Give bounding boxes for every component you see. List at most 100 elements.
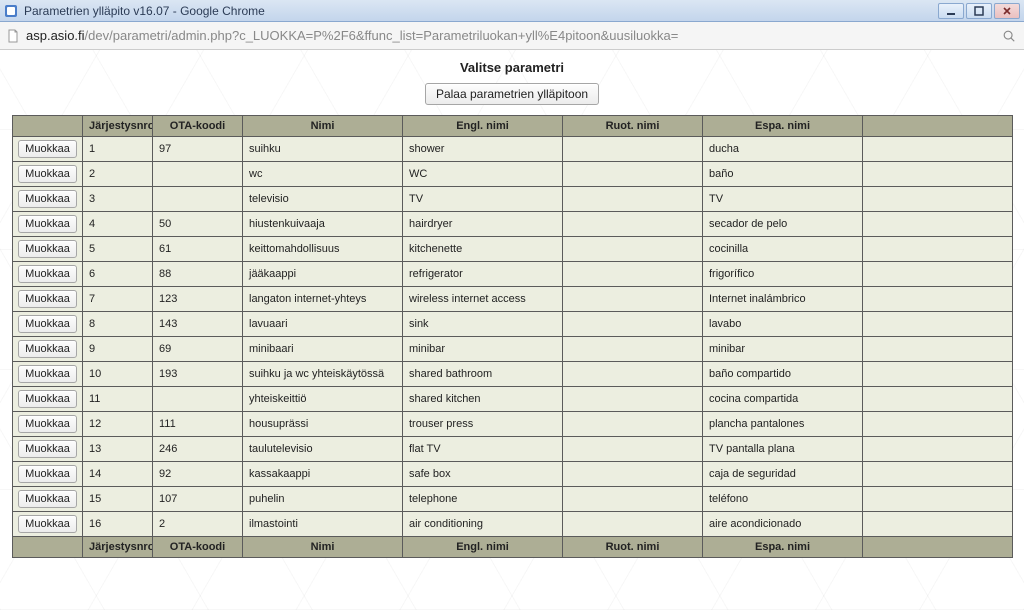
cell-ruot-nimi [563,487,703,512]
col-ruot-nimi: Ruot. nimi [563,116,703,137]
edit-button[interactable]: Muokkaa [18,240,77,258]
cell-espa-nimi: ducha [703,137,863,162]
edit-button[interactable]: Muokkaa [18,490,77,508]
cell-nimi: langaton internet-yhteys [243,287,403,312]
cell-engl-nimi: telephone [403,487,563,512]
col-espa-nimi: Espa. nimi [703,116,863,137]
url-host: asp.asio.fi [26,28,85,43]
cell-ruot-nimi [563,512,703,537]
cell-ruot-nimi [563,212,703,237]
page-title: Valitse parametri [12,60,1012,75]
cell-ruot-nimi [563,362,703,387]
cell-ota-koodi [153,387,243,412]
cell-ota-koodi [153,187,243,212]
cell-ruot-nimi [563,262,703,287]
edit-button[interactable]: Muokkaa [18,290,77,308]
table-row: Muokkaa450hiustenkuivaajahairdryersecado… [13,212,1013,237]
cell-nimi: ilmastointi [243,512,403,537]
edit-button[interactable]: Muokkaa [18,315,77,333]
cell-ruot-nimi [563,237,703,262]
edit-button[interactable]: Muokkaa [18,265,77,283]
edit-button[interactable]: Muokkaa [18,465,77,483]
cell-last [863,237,1013,262]
cell-action: Muokkaa [13,312,83,337]
fcol-espa-nimi: Espa. nimi [703,537,863,558]
cell-last [863,187,1013,212]
cell-espa-nimi: teléfono [703,487,863,512]
edit-button[interactable]: Muokkaa [18,515,77,533]
cell-jarjestysnro: 8 [83,312,153,337]
cell-last [863,512,1013,537]
edit-button[interactable]: Muokkaa [18,190,77,208]
cell-engl-nimi: safe box [403,462,563,487]
cell-jarjestysnro: 6 [83,262,153,287]
cell-jarjestysnro: 15 [83,487,153,512]
search-icon[interactable] [1000,27,1018,45]
window-title: Parametrien ylläpito v16.07 - Google Chr… [24,4,938,18]
edit-button[interactable]: Muokkaa [18,340,77,358]
edit-button[interactable]: Muokkaa [18,440,77,458]
minimize-button[interactable] [938,3,964,19]
cell-last [863,487,1013,512]
cell-last [863,287,1013,312]
cell-ota-koodi: 107 [153,487,243,512]
table-row: Muokkaa162ilmastointiair conditioningair… [13,512,1013,537]
cell-nimi: suihku ja wc yhteiskäytössä [243,362,403,387]
table-row: Muokkaa15107puhelintelephoneteléfono [13,487,1013,512]
url-path: /dev/parametri/admin.php?c_LUOKKA=P%2F6&… [85,28,679,43]
cell-ruot-nimi [563,287,703,312]
edit-button[interactable]: Muokkaa [18,390,77,408]
page-viewport[interactable]: Valitse parametri Palaa parametrien yllä… [0,50,1024,610]
cell-last [863,312,1013,337]
cell-jarjestysnro: 3 [83,187,153,212]
cell-engl-nimi: shared bathroom [403,362,563,387]
cell-nimi: taulutelevisio [243,437,403,462]
table-row: Muokkaa969minibaariminibarminibar [13,337,1013,362]
cell-ruot-nimi [563,412,703,437]
cell-espa-nimi: cocina compartida [703,387,863,412]
edit-button[interactable]: Muokkaa [18,140,77,158]
cell-nimi: kassakaappi [243,462,403,487]
cell-engl-nimi: shower [403,137,563,162]
cell-ota-koodi [153,162,243,187]
cell-engl-nimi: flat TV [403,437,563,462]
col-action [13,116,83,137]
cell-nimi: minibaari [243,337,403,362]
fcol-nimi: Nimi [243,537,403,558]
edit-button[interactable]: Muokkaa [18,365,77,383]
cell-last [863,262,1013,287]
table-row: Muokkaa197suihkushowerducha [13,137,1013,162]
edit-button[interactable]: Muokkaa [18,165,77,183]
cell-action: Muokkaa [13,462,83,487]
cell-nimi: yhteiskeittiö [243,387,403,412]
fcol-last [863,537,1013,558]
parameter-table: Järjestysnro OTA-koodi Nimi Engl. nimi R… [12,115,1013,558]
cell-engl-nimi: shared kitchen [403,387,563,412]
cell-espa-nimi: lavabo [703,312,863,337]
back-button[interactable]: Palaa parametrien ylläpitoon [425,83,599,105]
cell-nimi: televisio [243,187,403,212]
edit-button[interactable]: Muokkaa [18,415,77,433]
table-row: Muokkaa12111housuprässitrouser pressplan… [13,412,1013,437]
cell-last [863,212,1013,237]
cell-ruot-nimi [563,187,703,212]
cell-ota-koodi: 123 [153,287,243,312]
cell-action: Muokkaa [13,437,83,462]
edit-button[interactable]: Muokkaa [18,215,77,233]
cell-engl-nimi: air conditioning [403,512,563,537]
maximize-button[interactable] [966,3,992,19]
cell-jarjestysnro: 9 [83,337,153,362]
cell-ota-koodi: 111 [153,412,243,437]
fcol-ruot-nimi: Ruot. nimi [563,537,703,558]
cell-espa-nimi: aire acondicionado [703,512,863,537]
url-display[interactable]: asp.asio.fi/dev/parametri/admin.php?c_LU… [26,28,994,43]
cell-jarjestysnro: 13 [83,437,153,462]
cell-action: Muokkaa [13,487,83,512]
cell-ruot-nimi [563,312,703,337]
window-titlebar: Parametrien ylläpito v16.07 - Google Chr… [0,0,1024,22]
cell-last [863,437,1013,462]
close-button[interactable] [994,3,1020,19]
cell-jarjestysnro: 4 [83,212,153,237]
table-row: Muokkaa2wcWCbaño [13,162,1013,187]
cell-engl-nimi: trouser press [403,412,563,437]
